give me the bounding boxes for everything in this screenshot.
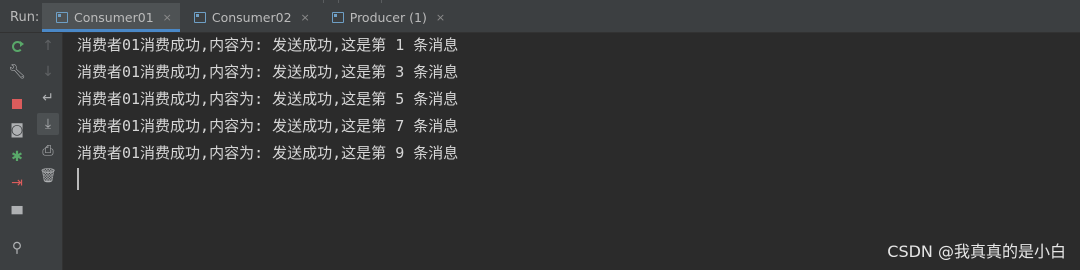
layout-button[interactable]: ▀ bbox=[0, 204, 34, 226]
console-tab-icon bbox=[56, 12, 68, 23]
tab-label: Consumer01 bbox=[74, 10, 154, 25]
pin-icon: ⚲ bbox=[11, 240, 23, 256]
console-line: 消费者01消费成功,内容为: 发送成功,这是第 1 条消息 bbox=[77, 36, 459, 54]
up-arrow-icon: ↑ bbox=[42, 38, 54, 54]
run-toolbar-secondary: ↑ ↓ ↵ ⤓ ⎙ 🗑︎ bbox=[34, 33, 63, 270]
run-toolbar-primary: 🔧︎ ◙ ✱ ⇥ ▀ ⚲ bbox=[0, 33, 34, 270]
soft-wrap-icon: ↵ bbox=[42, 90, 54, 106]
soft-wrap-button[interactable]: ↵ bbox=[34, 87, 62, 109]
down-arrow-icon: ↓ bbox=[42, 64, 54, 80]
tab-consumer01[interactable]: Consumer01 × bbox=[42, 3, 180, 32]
scroll-to-end-button[interactable]: ⤓ bbox=[37, 113, 59, 135]
close-icon[interactable]: × bbox=[163, 11, 172, 24]
pin-button[interactable]: ⚲ bbox=[0, 237, 34, 259]
previous-button[interactable]: ↑ bbox=[34, 35, 62, 57]
settings-button[interactable]: 🔧︎ bbox=[0, 61, 34, 83]
stop-icon bbox=[12, 99, 22, 109]
exit-button[interactable]: ⇥ bbox=[0, 172, 34, 194]
exit-icon: ⇥ bbox=[11, 175, 23, 191]
watermark: CSDN @我真真的是小白 bbox=[887, 242, 1066, 261]
text-caret bbox=[77, 168, 79, 190]
console-output[interactable]: 消费者01消费成功,内容为: 发送成功,这是第 1 条消息 消费者01消费成功,… bbox=[63, 33, 1080, 270]
scroll-to-end-icon: ⤓ bbox=[44, 116, 52, 132]
stop-button[interactable] bbox=[0, 93, 34, 115]
print-icon: ⎙ bbox=[42, 143, 54, 159]
console-line: 消费者01消费成功,内容为: 发送成功,这是第 3 条消息 bbox=[77, 63, 459, 81]
snapshot-button[interactable]: ◙ bbox=[0, 119, 34, 141]
console-line: 消费者01消费成功,内容为: 发送成功,这是第 7 条消息 bbox=[77, 117, 459, 135]
tab-label: Consumer02 bbox=[211, 10, 292, 25]
layout-icon: ▀ bbox=[11, 207, 23, 223]
console-line: 消费者01消费成功,内容为: 发送成功,这是第 9 条消息 bbox=[77, 144, 459, 162]
tab-label: Producer (1) bbox=[349, 10, 427, 25]
close-icon[interactable]: × bbox=[436, 11, 445, 24]
rerun-button[interactable] bbox=[0, 35, 34, 57]
console-line: 消费者01消费成功,内容为: 发送成功,这是第 5 条消息 bbox=[77, 90, 459, 108]
tab-consumer02[interactable]: Consumer02 × bbox=[180, 3, 318, 32]
console-tab-icon bbox=[331, 12, 344, 23]
tab-producer[interactable]: Producer (1) × bbox=[318, 3, 453, 32]
debug-button[interactable]: ✱ bbox=[0, 146, 34, 168]
debug-icon: ✱ bbox=[11, 149, 23, 165]
rerun-icon bbox=[11, 40, 24, 52]
console-tab-icon bbox=[193, 12, 206, 23]
close-icon[interactable]: × bbox=[301, 11, 310, 24]
trash-icon: 🗑︎ bbox=[39, 168, 57, 184]
run-tab-bar: Run: Consumer01 × Consumer02 × Producer … bbox=[0, 3, 1080, 33]
wrench-icon: 🔧︎ bbox=[8, 64, 26, 80]
clear-button[interactable]: 🗑︎ bbox=[34, 165, 62, 187]
run-tool-window: Run: Consumer01 × Consumer02 × Producer … bbox=[0, 0, 1080, 270]
run-label: Run: bbox=[10, 10, 40, 25]
print-button[interactable]: ⎙ bbox=[34, 140, 62, 162]
next-button[interactable]: ↓ bbox=[34, 61, 62, 83]
camera-icon: ◙ bbox=[10, 122, 24, 138]
